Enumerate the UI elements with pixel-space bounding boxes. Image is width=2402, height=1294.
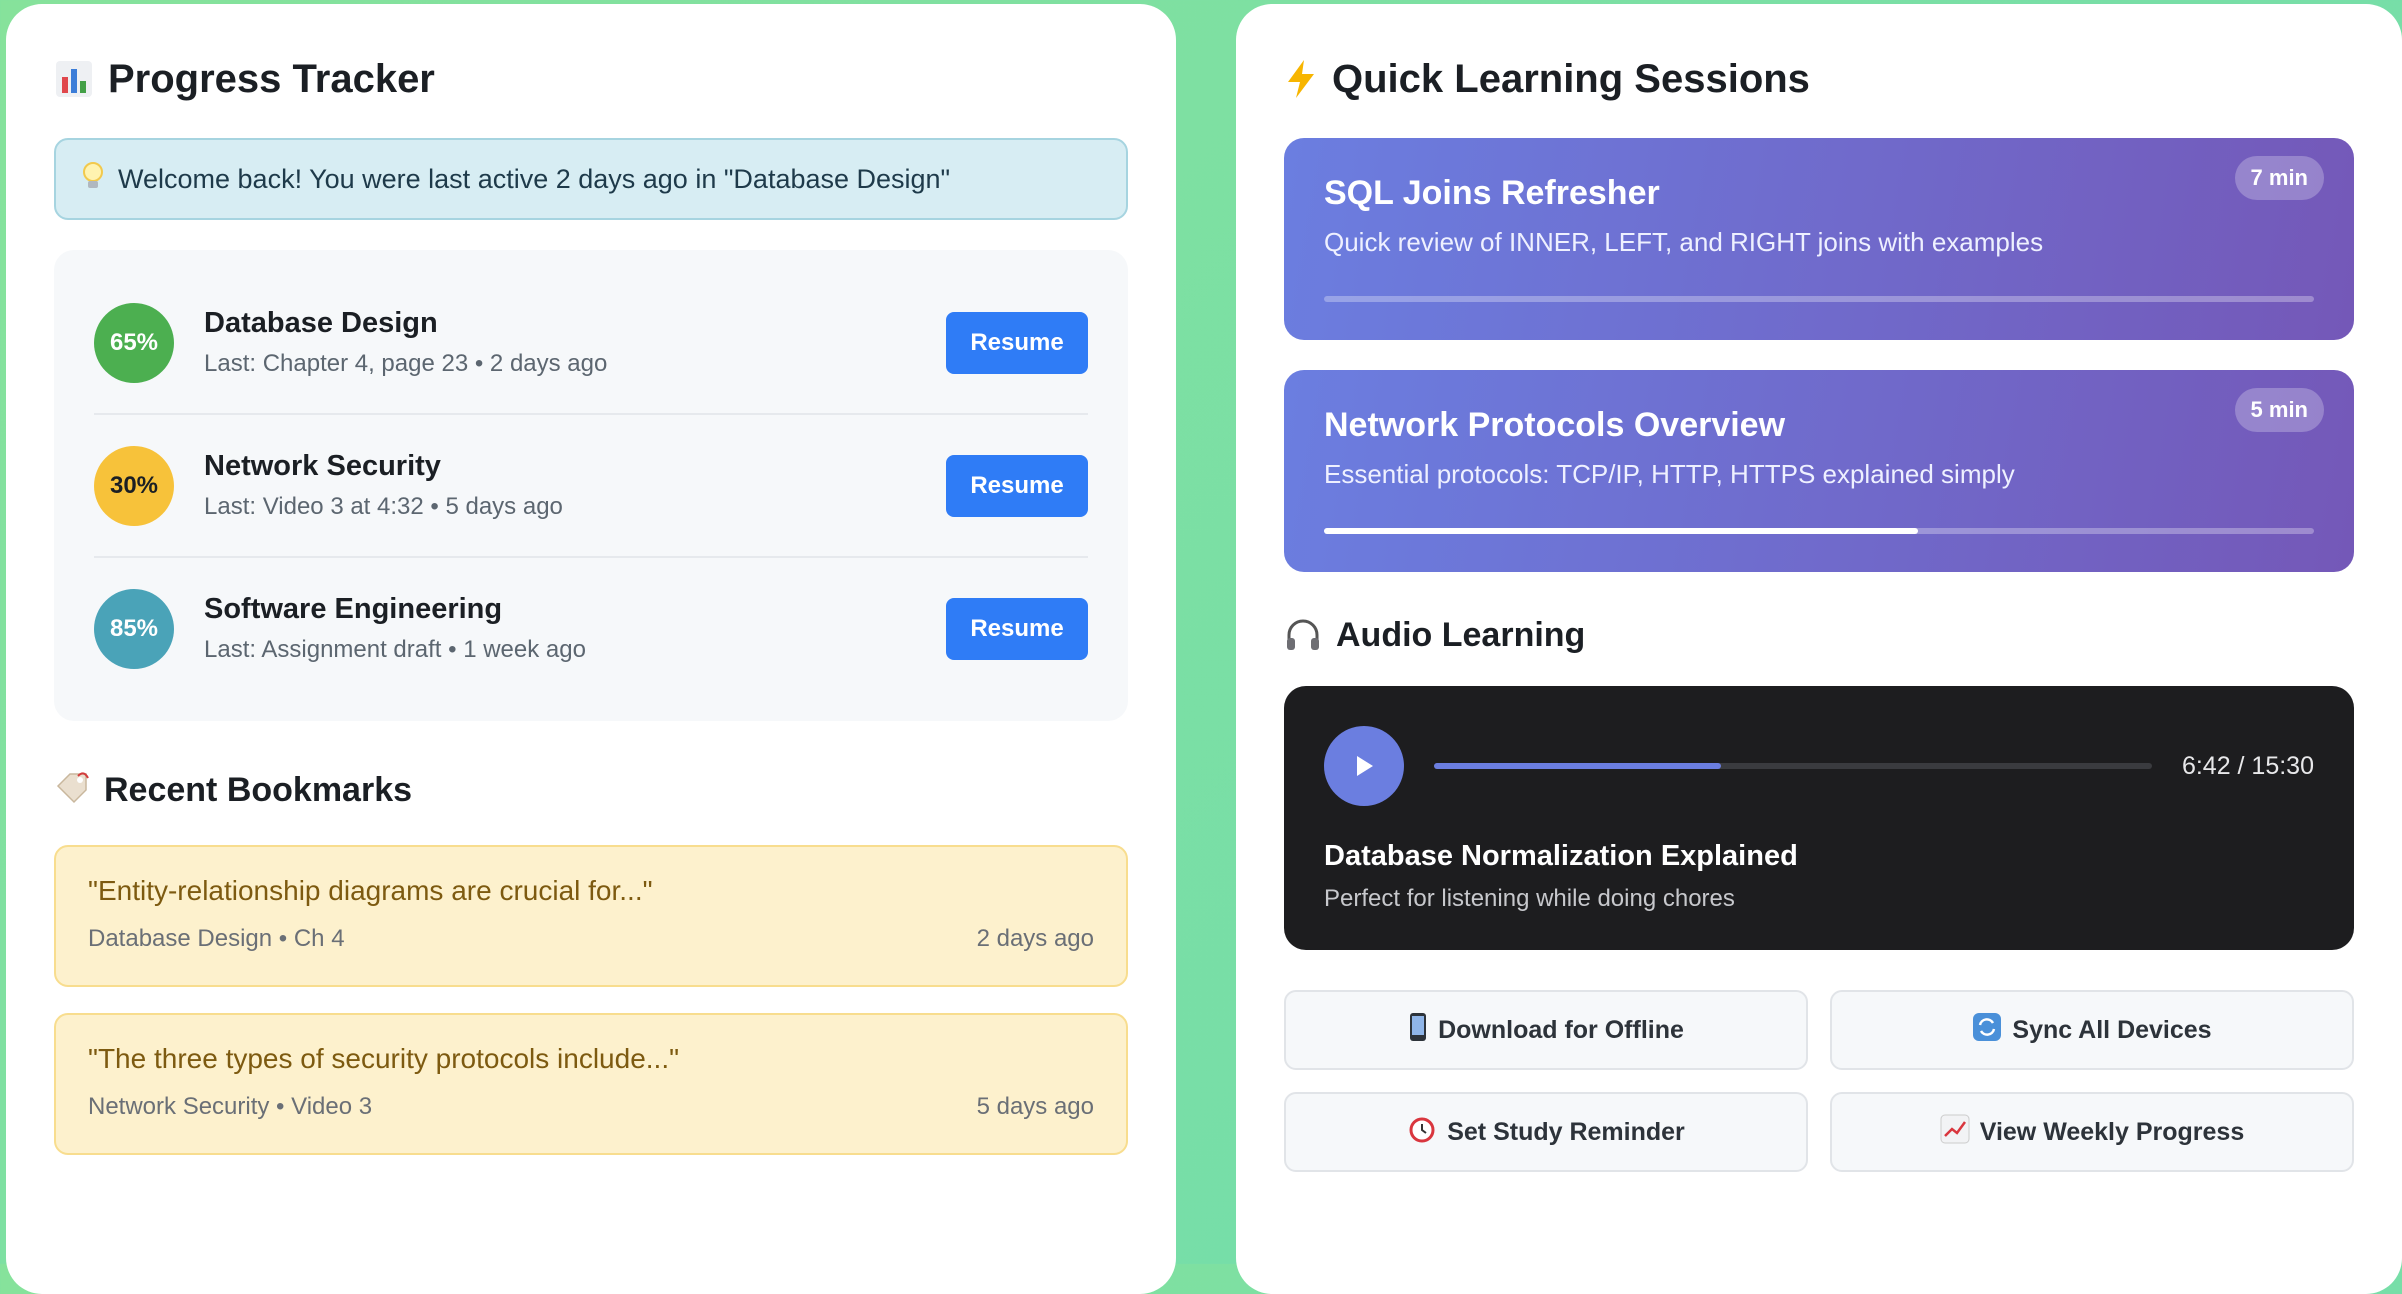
bookmark-meta: Network Security • Video 3 5 days ago — [88, 1093, 1094, 1121]
bookmark-quote: "Entity-relationship diagrams are crucia… — [88, 875, 653, 906]
progress-tracker-header: Progress Tracker — [54, 48, 1128, 110]
quick-sessions-header: Quick Learning Sessions — [1284, 48, 2354, 110]
audio-progress-fill — [1434, 763, 1722, 769]
phone-icon — [1408, 1012, 1428, 1049]
audio-progress-track[interactable] — [1434, 763, 2152, 769]
audio-learning-title: Audio Learning — [1336, 615, 1586, 654]
resume-button[interactable]: Resume — [946, 597, 1088, 660]
session-card[interactable]: Network Protocols Overview Essential pro… — [1284, 370, 2354, 572]
course-last-activity: Last: Video 3 at 4:32 • 5 days ago — [204, 493, 563, 520]
download-offline-label: Download for Offline — [1438, 1015, 1684, 1044]
resume-button[interactable]: Resume — [946, 454, 1088, 517]
play-button[interactable] — [1324, 726, 1404, 806]
course-name: Network Security — [204, 450, 441, 482]
bar-chart-icon — [54, 59, 94, 99]
audio-track-description: Perfect for listening while doing chores — [1324, 885, 1735, 912]
quick-sessions-title: Quick Learning Sessions — [1332, 56, 1810, 101]
study-reminder-label: Set Study Reminder — [1447, 1117, 1685, 1146]
recent-bookmarks-header: Recent Bookmarks — [54, 763, 1128, 817]
lightbulb-icon — [82, 161, 104, 198]
audio-player: 6:42 / 15:30 Database Normalization Expl… — [1284, 686, 2354, 950]
session-card[interactable]: SQL Joins Refresher Quick review of INNE… — [1284, 138, 2354, 340]
player-controls: 6:42 / 15:30 — [1324, 726, 2314, 806]
download-offline-button[interactable]: Download for Offline — [1284, 990, 1808, 1070]
bookmark-source: Database Design • Ch 4 — [88, 925, 345, 952]
trend-chart-icon — [1940, 1114, 1970, 1151]
progress-panel: Progress Tracker Welcome back! You were … — [6, 4, 1176, 1294]
bookmark-tag-icon — [54, 772, 90, 808]
headphones-icon — [1284, 616, 1322, 654]
course-row: 85% Software Engineering Last: Assignmen… — [94, 558, 1088, 699]
course-progress-circle: 85% — [94, 588, 174, 669]
session-progress-track — [1324, 296, 2314, 302]
course-last-activity: Last: Chapter 4, page 23 • 2 days ago — [204, 350, 608, 377]
course-info: Software Engineering Last: Assignment dr… — [204, 593, 946, 664]
audio-learning-header: Audio Learning — [1284, 608, 2354, 662]
weekly-progress-label: View Weekly Progress — [1979, 1117, 2245, 1146]
lightning-icon — [1284, 58, 1318, 100]
bookmark-card[interactable]: "Entity-relationship diagrams are crucia… — [54, 845, 1128, 987]
sync-icon — [1972, 1012, 2002, 1049]
course-last-activity: Last: Assignment draft • 1 week ago — [204, 636, 586, 663]
course-info: Network Security Last: Video 3 at 4:32 •… — [204, 450, 946, 521]
weekly-progress-button[interactable]: View Weekly Progress — [1830, 1092, 2354, 1172]
sync-devices-button[interactable]: Sync All Devices — [1830, 990, 2354, 1070]
bookmark-quote: "The three types of security protocols i… — [88, 1043, 680, 1074]
recent-bookmarks-title: Recent Bookmarks — [104, 770, 413, 809]
session-title: Network Protocols Overview — [1324, 406, 1786, 444]
action-grid: Download for Offline Sync All Devices Se… — [1284, 990, 2354, 1172]
course-row: 30% Network Security Last: Video 3 at 4:… — [94, 415, 1088, 558]
session-description: Quick review of INNER, LEFT, and RIGHT j… — [1324, 227, 2044, 257]
bookmark-time: 2 days ago — [976, 925, 1094, 952]
bookmark-source: Network Security • Video 3 — [88, 1093, 373, 1120]
bookmark-meta: Database Design • Ch 4 2 days ago — [88, 925, 1094, 953]
bookmark-card[interactable]: "The three types of security protocols i… — [54, 1013, 1128, 1155]
welcome-text: Welcome back! You were last active 2 day… — [118, 163, 951, 194]
session-duration-badge: 7 min — [2234, 156, 2324, 200]
session-duration-badge: 5 min — [2234, 388, 2324, 432]
welcome-banner: Welcome back! You were last active 2 day… — [54, 138, 1128, 220]
alarm-clock-icon — [1407, 1114, 1437, 1151]
session-description: Essential protocols: TCP/IP, HTTP, HTTPS… — [1324, 459, 2015, 489]
bookmark-time: 5 days ago — [976, 1093, 1094, 1120]
progress-tracker-title: Progress Tracker — [108, 56, 435, 101]
course-progress-circle: 30% — [94, 445, 174, 526]
play-icon — [1357, 756, 1373, 776]
course-list: 65% Database Design Last: Chapter 4, pag… — [54, 250, 1128, 721]
learning-panel: Quick Learning Sessions SQL Joins Refres… — [1236, 4, 2402, 1294]
session-progress-track — [1324, 528, 2314, 534]
course-progress-circle: 65% — [94, 302, 174, 383]
sync-devices-label: Sync All Devices — [2012, 1015, 2212, 1044]
session-title: SQL Joins Refresher — [1324, 174, 1660, 212]
course-name: Software Engineering — [204, 593, 503, 625]
audio-time: 6:42 / 15:30 — [2181, 751, 2314, 780]
session-progress-fill — [1324, 528, 1918, 534]
audio-track-title: Database Normalization Explained — [1324, 840, 1798, 872]
resume-button[interactable]: Resume — [946, 311, 1088, 374]
course-info: Database Design Last: Chapter 4, page 23… — [204, 307, 946, 378]
course-name: Database Design — [204, 307, 438, 339]
course-row: 65% Database Design Last: Chapter 4, pag… — [94, 272, 1088, 415]
study-reminder-button[interactable]: Set Study Reminder — [1284, 1092, 1808, 1172]
